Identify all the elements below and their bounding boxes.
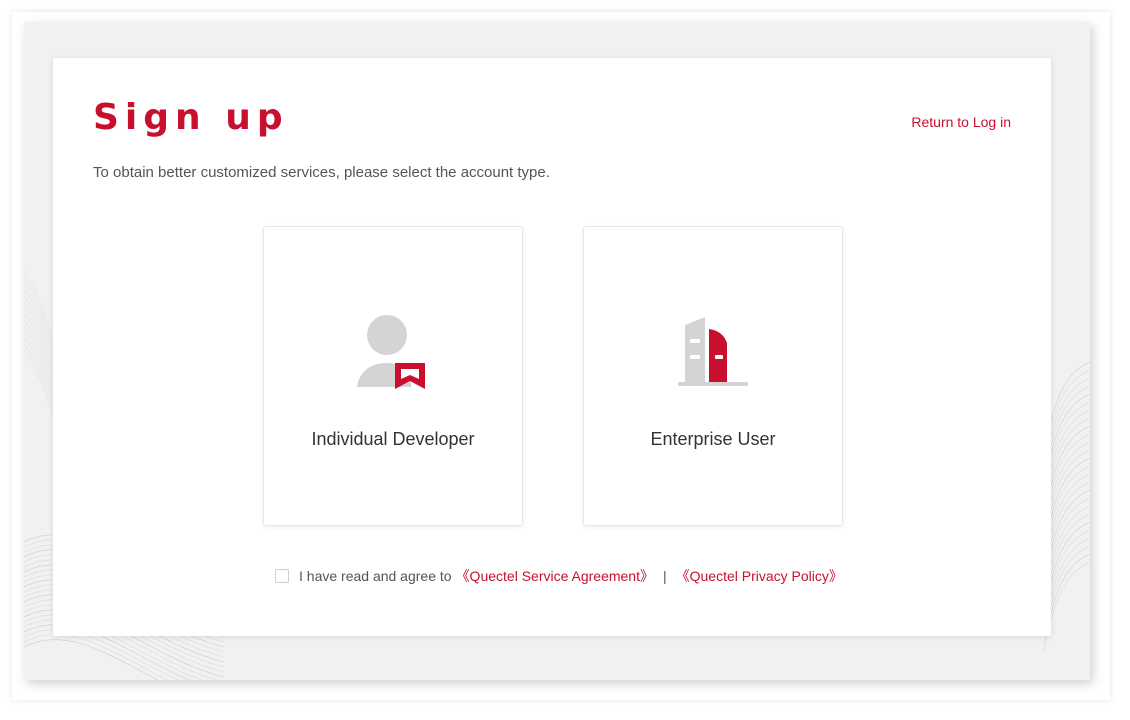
building-icon	[678, 317, 748, 386]
agreement-prefix-text: I have read and agree to	[299, 568, 452, 584]
return-to-login-link[interactable]: Return to Log in	[911, 114, 1011, 130]
privacy-policy-link[interactable]: 《Quectel Privacy Policy》	[676, 566, 843, 586]
signup-card: Sign up Return to Log in To obtain bette…	[53, 58, 1051, 636]
agreement-separator: |	[662, 568, 667, 584]
agreement-row: I have read and agree to 《Quectel Servic…	[275, 566, 843, 586]
page-title: Sign up	[93, 97, 289, 138]
enterprise-user-card[interactable]: Enterprise User	[583, 226, 843, 526]
individual-developer-card[interactable]: Individual Developer	[263, 226, 523, 526]
service-agreement-link[interactable]: 《Quectel Service Agreement》	[456, 566, 654, 586]
agreement-checkbox[interactable]	[275, 569, 289, 583]
person-bookmark-icon	[357, 315, 425, 389]
individual-developer-label: Individual Developer	[311, 429, 475, 449]
enterprise-user-label: Enterprise User	[650, 429, 776, 449]
subtitle-text: To obtain better customized services, pl…	[93, 164, 550, 181]
